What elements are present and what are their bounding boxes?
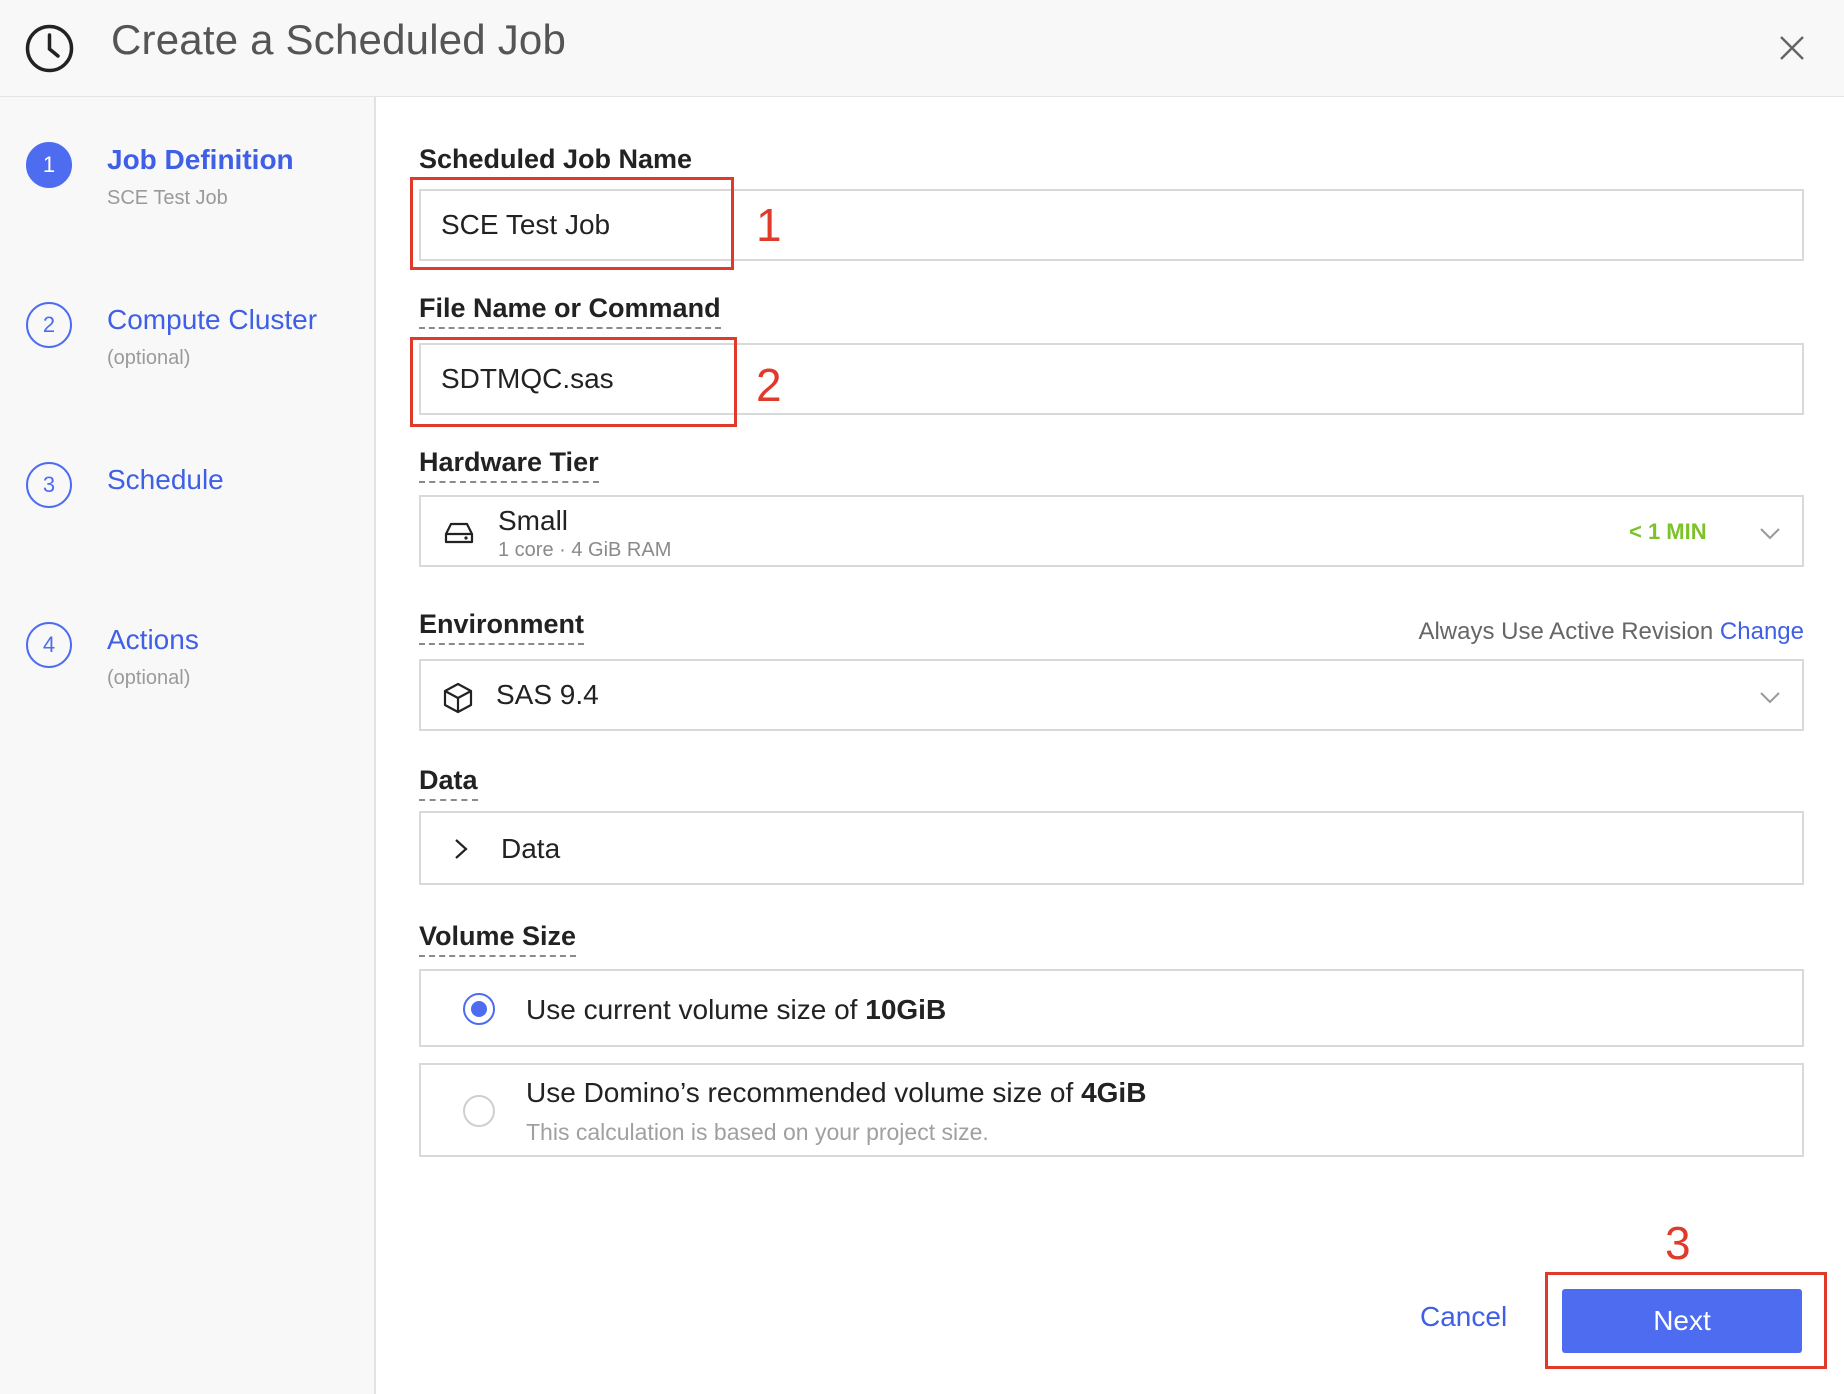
file-command-label: File Name or Command <box>419 293 721 329</box>
step-compute-cluster[interactable]: 2 Compute Cluster (optional) <box>0 302 376 402</box>
clock-icon <box>25 24 74 73</box>
environment-revision: Always Use Active Revision Change <box>1418 618 1804 646</box>
data-collapse-panel[interactable]: Data <box>419 811 1804 885</box>
hardware-tier-label: Hardware Tier <box>419 447 599 483</box>
step-number: 4 <box>26 622 72 668</box>
chevron-down-icon <box>1760 692 1780 704</box>
step-label: Compute Cluster <box>107 304 318 335</box>
hardware-tier-name: Small <box>498 505 569 536</box>
step-label: Actions <box>107 624 199 655</box>
chevron-right-icon <box>455 839 468 859</box>
step-subtitle: (optional) <box>107 347 191 369</box>
volume-option-recommended-label: Use Domino’s recommended volume size of … <box>526 1077 1147 1108</box>
volume-option-current[interactable]: Use current volume size of 10GiB <box>419 969 1804 1047</box>
hardware-tier-select[interactable]: Small 1 core · 4 GiB RAM < 1 MIN <box>419 495 1804 567</box>
next-button[interactable]: Next <box>1562 1289 1802 1353</box>
dialog-title: Create a Scheduled Job <box>111 16 567 63</box>
job-name-label: Scheduled Job Name <box>419 144 693 174</box>
step-subtitle: SCE Test Job <box>107 187 228 209</box>
change-revision-link[interactable]: Change <box>1720 618 1804 645</box>
volume-option-current-label: Use current volume size of 10GiB <box>526 994 947 1025</box>
step-number: 3 <box>26 462 72 508</box>
volume-option-recommended[interactable]: Use Domino’s recommended volume size of … <box>419 1063 1804 1157</box>
close-icon[interactable] <box>1776 32 1808 64</box>
job-name-field[interactable] <box>419 189 1804 261</box>
job-name-input[interactable] <box>421 191 1802 259</box>
step-label: Schedule <box>107 464 224 495</box>
step-actions[interactable]: 4 Actions (optional) <box>0 622 376 722</box>
annotation-number-3: 3 <box>1665 1217 1691 1269</box>
annotation-number-2: 2 <box>756 359 782 411</box>
step-subtitle: (optional) <box>107 667 191 689</box>
environment-value: SAS 9.4 <box>496 679 599 710</box>
data-panel-title: Data <box>501 833 561 864</box>
cancel-button[interactable]: Cancel <box>1420 1301 1507 1333</box>
step-number: 2 <box>26 302 72 348</box>
step-number: 1 <box>26 142 72 188</box>
revision-text: Always Use Active Revision <box>1418 618 1714 645</box>
file-command-input[interactable] <box>421 345 1802 413</box>
job-definition-form: Scheduled Job Name File Name or Command … <box>376 97 1844 1394</box>
step-label: Job Definition <box>107 144 294 175</box>
step-schedule[interactable]: 3 Schedule <box>0 462 376 562</box>
chevron-down-icon <box>1760 528 1780 540</box>
volume-option-note: This calculation is based on your projec… <box>526 1119 989 1145</box>
stepper-sidebar: 1 Job Definition SCE Test Job 2 Compute … <box>0 97 376 1394</box>
radio-selected[interactable] <box>463 993 495 1025</box>
annotation-number-1: 1 <box>756 199 782 251</box>
volume-size-label: Volume Size <box>419 921 577 957</box>
wait-time-badge: < 1 MIN <box>1629 519 1707 544</box>
environment-label: Environment <box>419 609 585 645</box>
step-job-definition[interactable]: 1 Job Definition SCE Test Job <box>0 142 376 242</box>
environment-select[interactable]: SAS 9.4 <box>419 659 1804 731</box>
hardware-tier-specs: 1 core · 4 GiB RAM <box>498 539 672 561</box>
radio-unselected[interactable] <box>463 1095 495 1127</box>
hard-drive-icon <box>444 522 474 544</box>
file-command-field[interactable] <box>419 343 1804 415</box>
cube-icon <box>443 682 473 714</box>
data-label: Data <box>419 765 478 801</box>
dialog-header: Create a Scheduled Job <box>0 0 1844 97</box>
